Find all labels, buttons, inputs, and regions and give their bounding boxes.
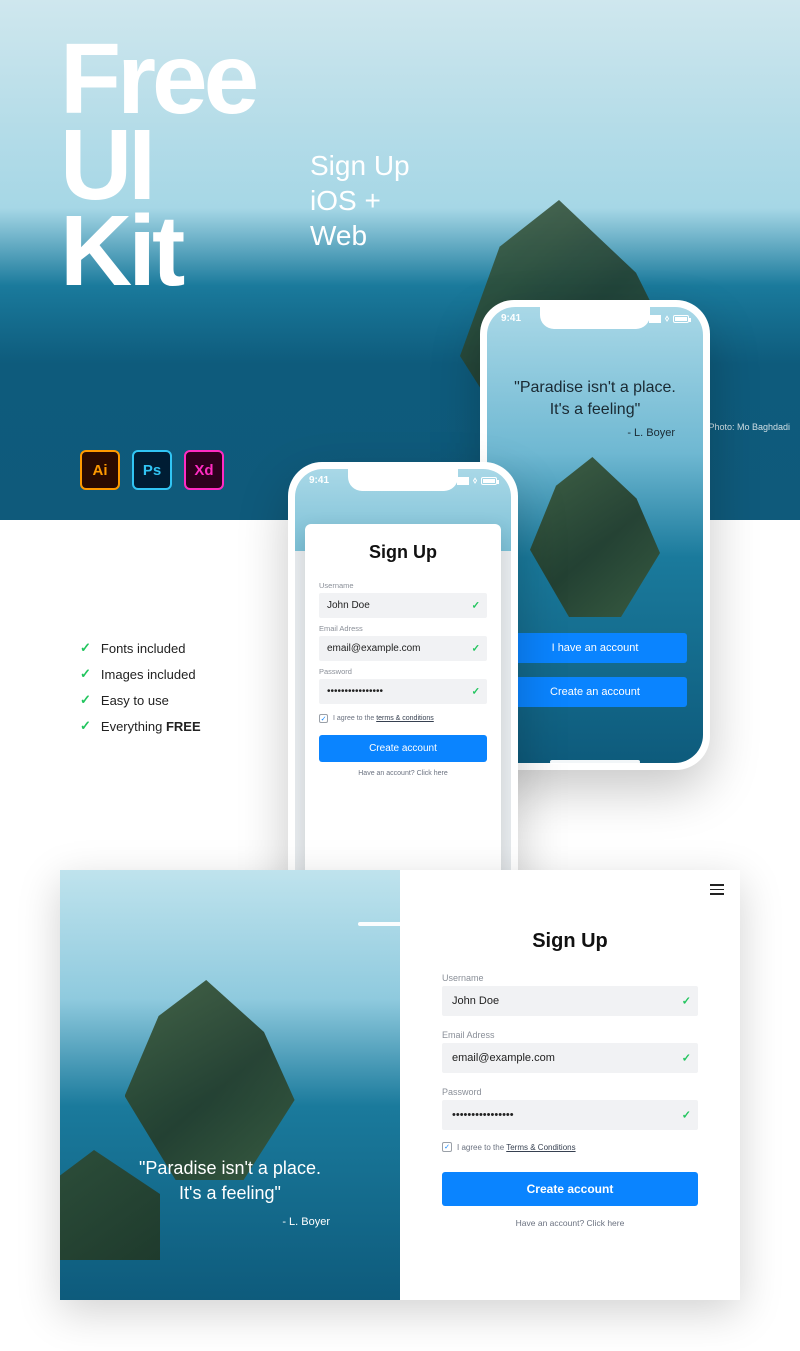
app-badges: Ai Ps Xd — [80, 450, 224, 490]
home-indicator — [358, 922, 448, 926]
terms-text: I agree to the Terms & Conditions — [457, 1143, 576, 1152]
email-label: Email Adress — [319, 624, 487, 633]
signup-card: Sign Up Username ✓ Email Adress ✓ Passwo… — [305, 524, 501, 895]
username-input[interactable] — [442, 986, 698, 1016]
terms-link[interactable]: terms & conditions — [376, 715, 434, 722]
check-icon: ✓ — [80, 640, 91, 656]
phone-notch — [348, 469, 458, 491]
web-hero-pane: "Paradise isn't a place. It's a feeling"… — [60, 870, 400, 1300]
quote-line: It's a feeling" — [60, 1181, 400, 1205]
menu-icon[interactable] — [710, 884, 724, 895]
have-account-button[interactable]: I have an account — [503, 633, 687, 663]
status-time: 9:41 — [501, 313, 521, 324]
feature-label: Everything FREE — [101, 719, 201, 734]
check-icon: ✓ — [682, 1109, 691, 1122]
phone-screen: 9:41 ⬨ "Paradise isn't a place. It's a f… — [487, 307, 703, 763]
phone-notch — [540, 307, 650, 329]
already-have-account-link[interactable]: Have an account? Click here — [442, 1218, 698, 1228]
battery-icon — [481, 477, 497, 485]
check-icon: ✓ — [472, 686, 480, 697]
home-indicator — [550, 760, 640, 764]
check-icon: ✓ — [682, 1052, 691, 1065]
status-icons: ⬨ — [649, 313, 689, 324]
terms-checkbox[interactable]: ✓ — [442, 1142, 452, 1152]
feature-item: ✓ Everything FREE — [80, 718, 201, 734]
signal-icon — [649, 315, 661, 323]
web-form-pane: Sign Up Username ✓ Email Adress ✓ Passwo… — [400, 870, 740, 1300]
status-time: 9:41 — [309, 475, 329, 486]
feature-label: Fonts included — [101, 641, 186, 656]
quote-line: "Paradise isn't a place. — [60, 1156, 400, 1180]
terms-checkbox[interactable]: ✓ — [319, 714, 328, 723]
feature-item: ✓ Images included — [80, 666, 201, 682]
password-label: Password — [442, 1087, 698, 1097]
phone-mockup-signup: 9:41 ⬨ Sign Up Username ✓ Email Adress ✓ — [288, 462, 518, 932]
feature-item: ✓ Fonts included — [80, 640, 201, 656]
features-list: ✓ Fonts included ✓ Images included ✓ Easy t… — [80, 640, 201, 744]
hero-title-line: Kit — [60, 208, 255, 294]
create-account-button[interactable]: Create an account — [503, 677, 687, 707]
web-quote: "Paradise isn't a place. It's a feeling" — [60, 1156, 400, 1205]
username-input[interactable] — [319, 593, 487, 618]
password-input[interactable] — [442, 1100, 698, 1130]
xd-icon: Xd — [184, 450, 224, 490]
signup-title: Sign Up — [319, 542, 487, 563]
submit-create-account-button[interactable]: Create account — [442, 1172, 698, 1206]
email-input[interactable] — [442, 1043, 698, 1073]
terms-text: I agree to the terms & conditions — [333, 715, 434, 722]
hero-subtitle: Sign Up iOS + Web — [310, 148, 410, 253]
password-label: Password — [319, 667, 487, 676]
signal-icon — [457, 477, 469, 485]
check-icon: ✓ — [80, 692, 91, 708]
check-icon: ✓ — [472, 643, 480, 654]
password-input[interactable] — [319, 679, 487, 704]
username-label: Username — [319, 581, 487, 590]
username-label: Username — [442, 973, 698, 983]
wifi-icon: ⬨ — [665, 313, 669, 324]
terms-row: ✓ I agree to the Terms & Conditions — [442, 1142, 698, 1152]
feature-item: ✓ Easy to use — [80, 692, 201, 708]
photoshop-icon: Ps — [132, 450, 172, 490]
check-icon: ✓ — [472, 600, 480, 611]
signup-title: Sign Up — [442, 930, 698, 953]
phone-screen: 9:41 ⬨ Sign Up Username ✓ Email Adress ✓ — [295, 469, 511, 925]
hero-subtitle-line: iOS + — [310, 183, 410, 218]
quote-author: - L. Boyer — [282, 1216, 330, 1228]
battery-icon — [673, 315, 689, 323]
welcome-quote: "Paradise isn't a place. It's a feeling"… — [487, 377, 703, 441]
terms-link[interactable]: Terms & Conditions — [506, 1143, 575, 1152]
status-icons: ⬨ — [457, 475, 497, 486]
hero-title: Free UI Kit — [60, 36, 255, 294]
terms-row: ✓ I agree to the terms & conditions — [319, 714, 487, 723]
quote-line: "Paradise isn't a place. — [487, 377, 703, 399]
email-input[interactable] — [319, 636, 487, 661]
web-mockup: "Paradise isn't a place. It's a feeling"… — [60, 870, 740, 1300]
wifi-icon: ⬨ — [473, 475, 477, 486]
hero-subtitle-line: Web — [310, 218, 410, 253]
check-icon: ✓ — [80, 666, 91, 682]
quote-author: - L. Boyer — [487, 426, 703, 441]
check-icon: ✓ — [682, 995, 691, 1008]
quote-line: It's a feeling" — [487, 399, 703, 421]
rock-illustration — [530, 457, 660, 617]
already-have-account-link[interactable]: Have an account? Click here — [319, 770, 487, 777]
check-icon: ✓ — [80, 718, 91, 734]
submit-create-account-button[interactable]: Create account — [319, 735, 487, 762]
email-label: Email Adress — [442, 1030, 698, 1040]
rock-illustration — [125, 980, 295, 1180]
feature-label: Easy to use — [101, 693, 169, 708]
illustrator-icon: Ai — [80, 450, 120, 490]
feature-label: Images included — [101, 667, 196, 682]
hero-subtitle-line: Sign Up — [310, 148, 410, 183]
photo-credit: Photo: Mo Baghdadi — [708, 422, 790, 432]
